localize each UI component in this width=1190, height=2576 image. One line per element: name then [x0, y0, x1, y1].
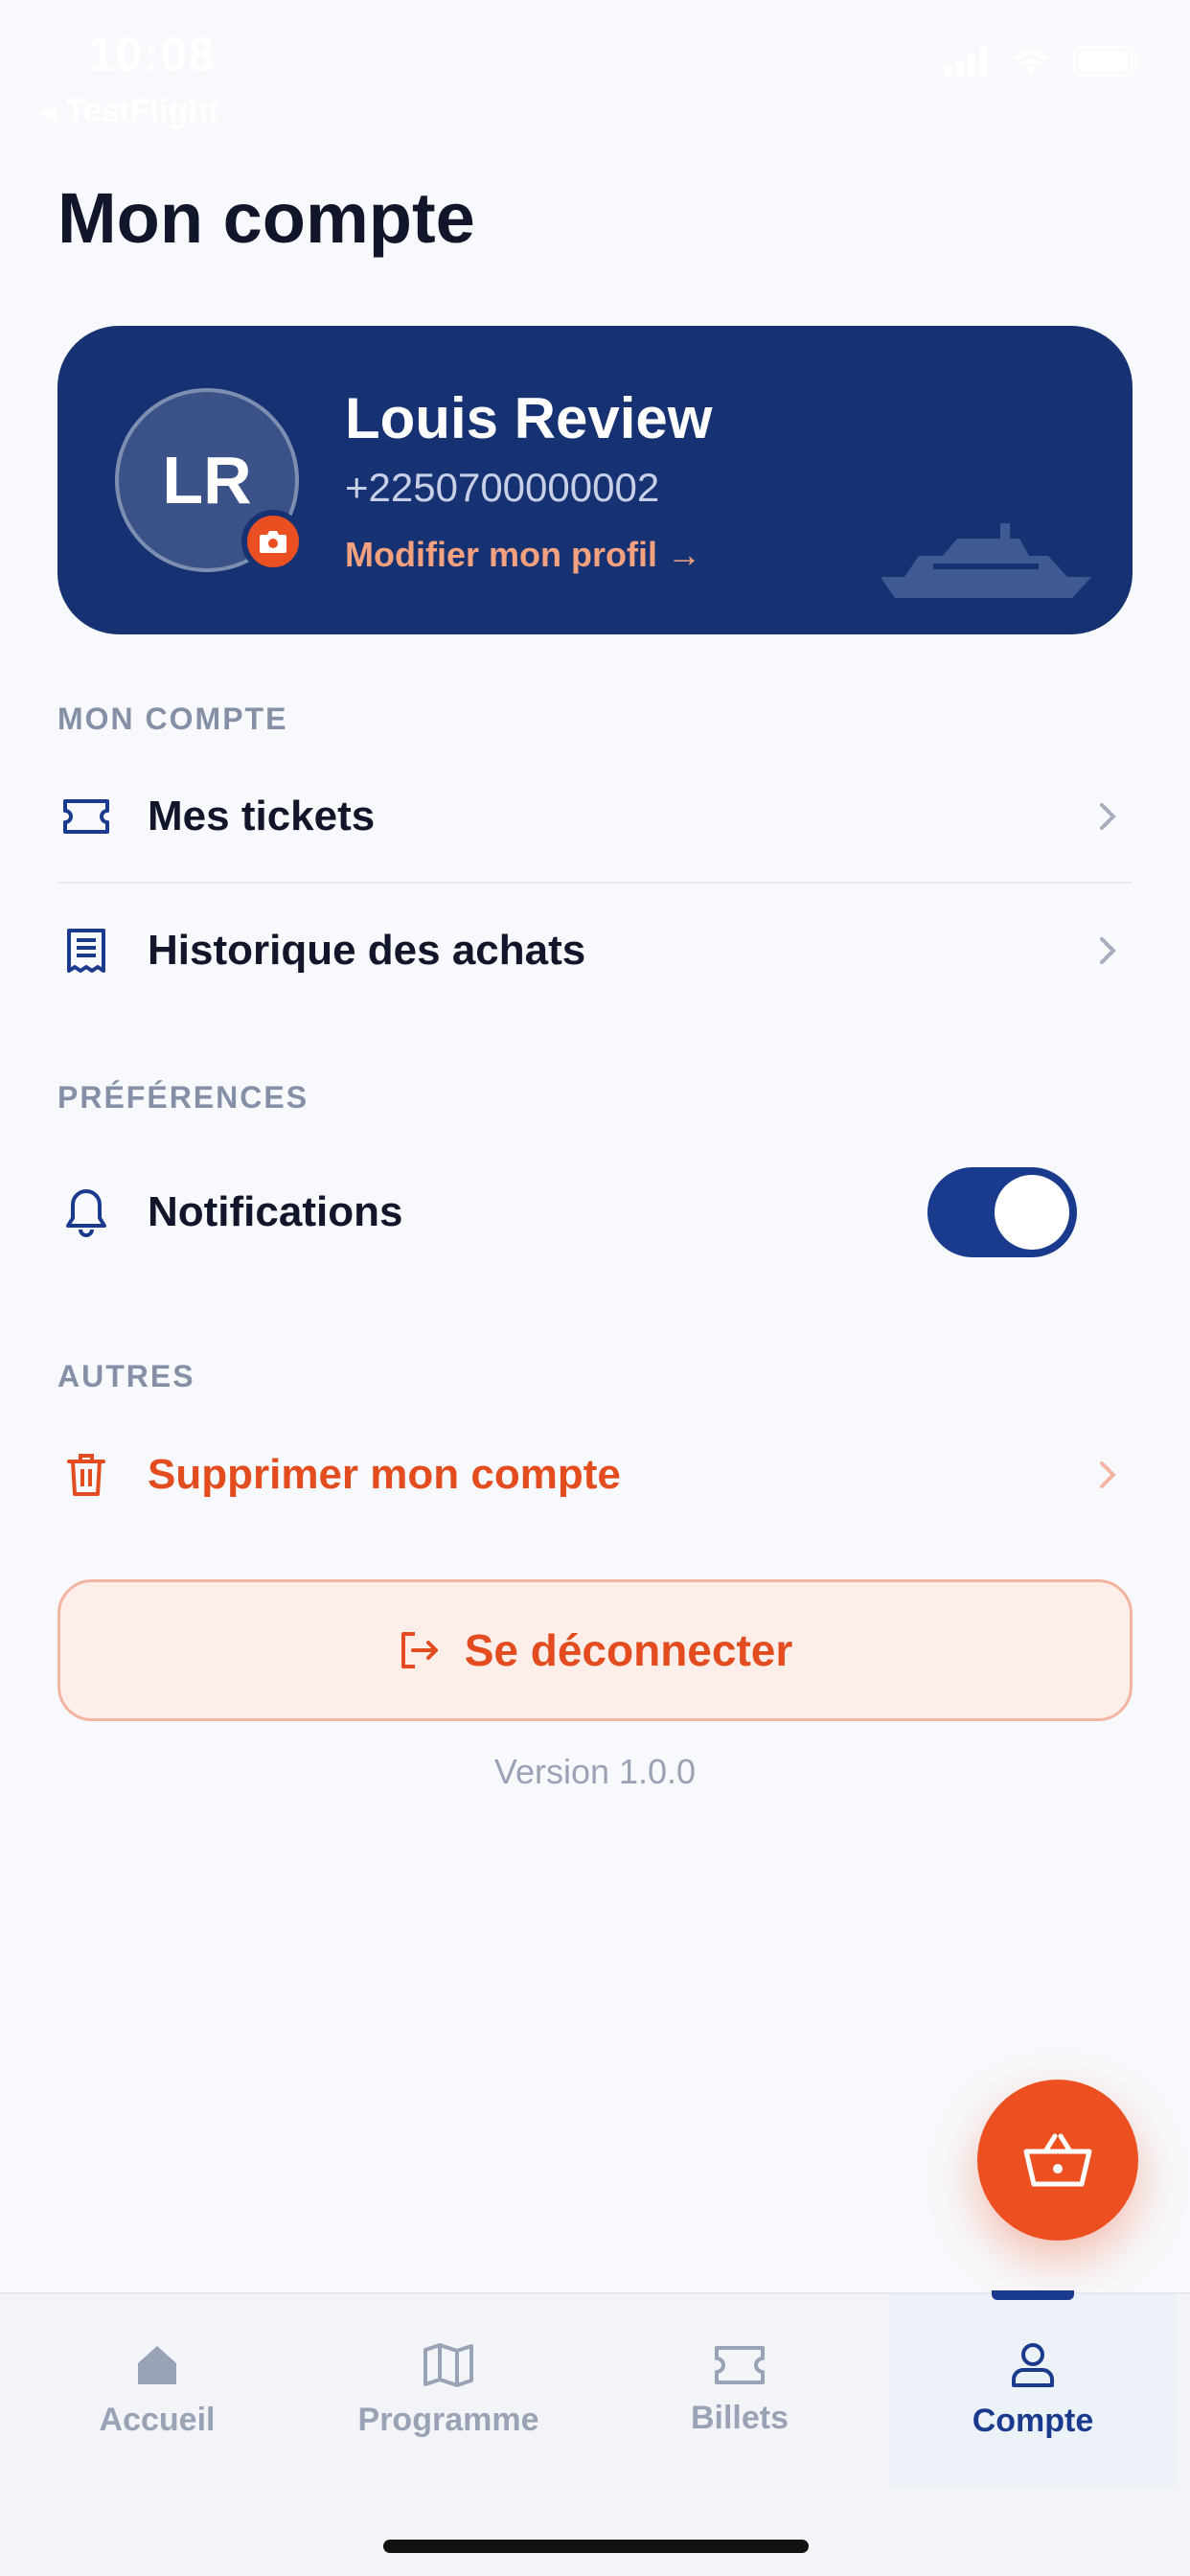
tab-tickets[interactable]: Billets — [596, 2294, 883, 2486]
tab-label: Compte — [972, 2402, 1094, 2439]
home-icon — [138, 2345, 176, 2384]
profile-name: Louis Review — [345, 386, 713, 450]
logout-label: Se déconnecter — [464, 1625, 793, 1675]
tab-programme[interactable]: Programme — [305, 2294, 592, 2486]
battery-icon — [1073, 46, 1138, 77]
profile-card: LR Louis Review +2250700000002 Modifier … — [57, 326, 1133, 634]
toggle-knob — [995, 1175, 1069, 1250]
avatar-initials: LR — [162, 443, 252, 518]
basket-icon — [1023, 2133, 1092, 2187]
notifications-row: Notifications — [57, 1146, 1133, 1278]
menu-item-label: Historique des achats — [148, 927, 586, 974]
section-label-preferences: PRÉFÉRENCES — [57, 1080, 309, 1115]
divider — [57, 882, 1133, 884]
status-icons — [945, 46, 1140, 77]
change-photo-button[interactable] — [241, 510, 305, 573]
notifications-toggle[interactable] — [927, 1167, 1077, 1257]
cart-button[interactable] — [977, 2080, 1138, 2241]
profile-phone: +2250700000002 — [345, 465, 660, 510]
tab-label: Billets — [690, 2399, 790, 2436]
active-tab-indicator — [992, 2290, 1074, 2300]
delete-account-label: Supprimer mon compte — [148, 1451, 621, 1498]
tab-label: Accueil — [99, 2401, 216, 2438]
menu-item-purchase-history[interactable]: Historique des achats — [57, 885, 1133, 1017]
receipt-icon — [57, 922, 115, 979]
logout-button[interactable]: Se déconnecter — [57, 1579, 1133, 1721]
signal-icon — [945, 47, 987, 76]
bell-icon — [57, 1184, 115, 1241]
status-time: 10:08 — [88, 28, 216, 81]
chevron-right-icon — [1100, 803, 1116, 830]
user-icon — [1012, 2342, 1054, 2387]
ferry-icon — [881, 523, 1091, 598]
map-icon — [423, 2342, 473, 2387]
trash-icon — [57, 1446, 115, 1504]
menu-item-delete-account[interactable]: Supprimer mon compte — [57, 1409, 1133, 1541]
chevron-right-icon — [1100, 937, 1116, 964]
home-indicator — [383, 2540, 809, 2553]
chevron-right-icon — [1100, 1461, 1116, 1488]
menu-item-my-tickets[interactable]: Mes tickets — [57, 750, 1133, 883]
ticket-icon — [57, 788, 115, 845]
tab-label: Programme — [357, 2401, 539, 2438]
status-bar: 10:08 ◂ TestFlight — [0, 0, 1190, 144]
tab-home[interactable]: Accueil — [13, 2294, 301, 2486]
logout-icon — [400, 1632, 438, 1668]
page-title: Mon compte — [57, 178, 475, 258]
menu-item-label: Mes tickets — [148, 793, 376, 840]
edit-profile-link[interactable]: Modifier mon profil → — [345, 535, 701, 575]
wifi-icon — [1014, 50, 1048, 75]
camera-icon — [260, 531, 286, 553]
testflight-back-link[interactable]: ◂ TestFlight — [40, 92, 218, 130]
notifications-label: Notifications — [148, 1188, 403, 1235]
section-label-others: AUTRES — [57, 1359, 195, 1393]
section-label-account: MON COMPTE — [57, 702, 288, 736]
app-version: Version 1.0.0 — [493, 1752, 697, 1791]
tab-account[interactable]: Compte — [889, 2294, 1177, 2486]
tab-bar: Accueil Programme Billets Compte — [0, 2292, 1190, 2576]
ticket-icon — [715, 2345, 765, 2384]
